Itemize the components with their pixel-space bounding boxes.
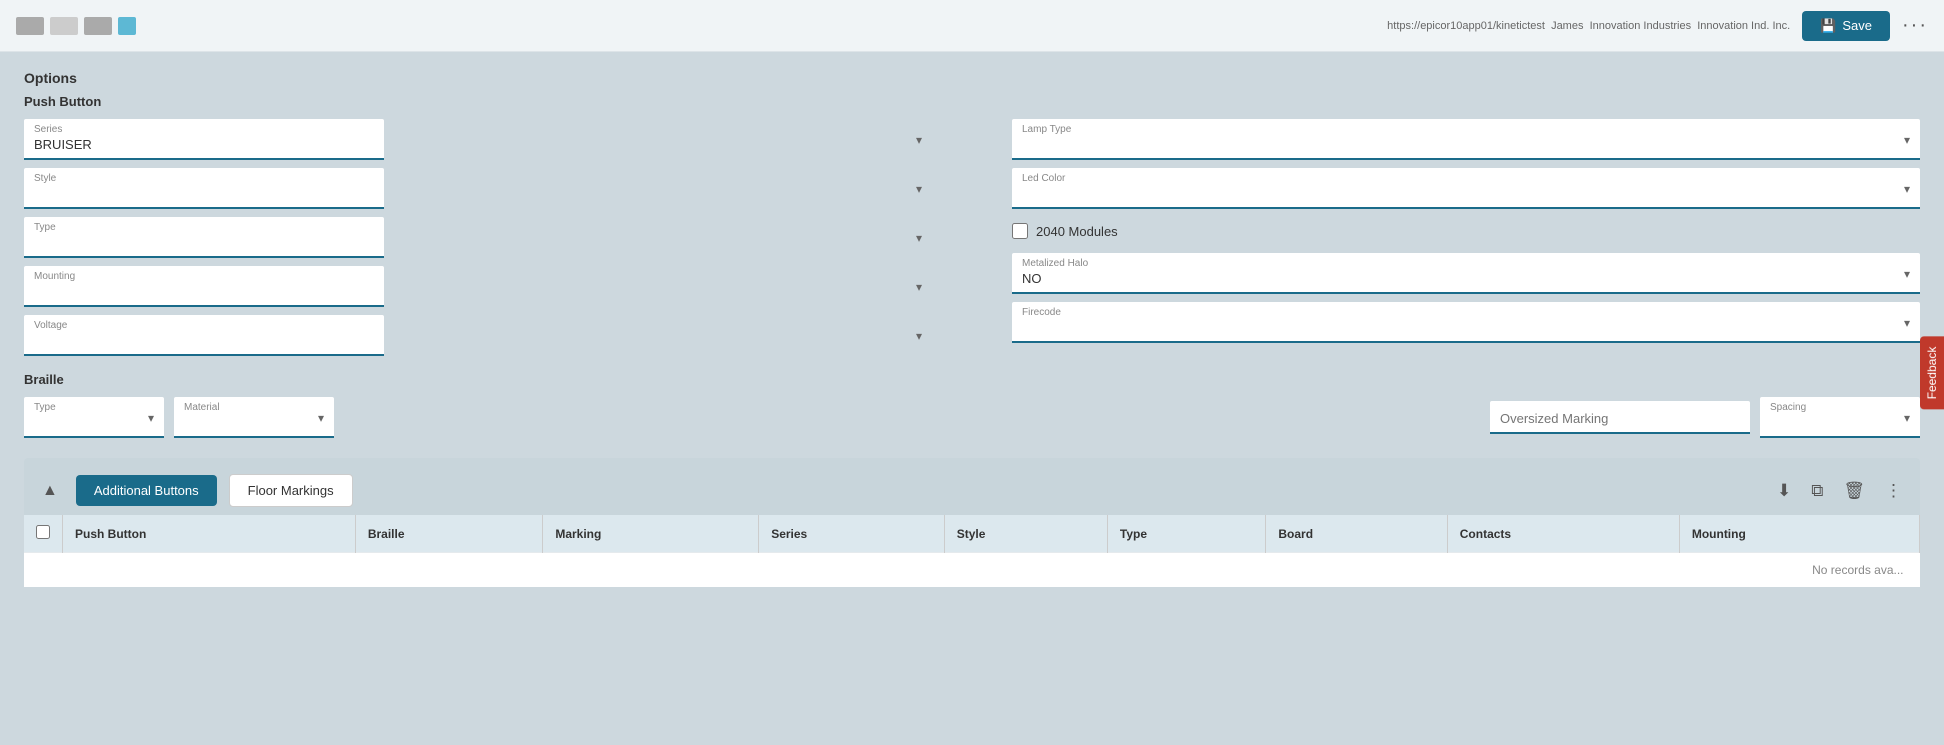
oversized-marking-field — [1490, 401, 1750, 434]
logo-square-4 — [118, 17, 136, 35]
logo-block — [16, 17, 136, 35]
checkbox-2040[interactable] — [1012, 223, 1028, 239]
logo-square-3 — [84, 17, 112, 35]
type-select[interactable] — [24, 217, 384, 258]
led-color-select[interactable] — [1012, 168, 1920, 209]
style-select[interactable] — [24, 168, 384, 209]
no-records-text: No records ava... — [24, 553, 1920, 587]
save-button[interactable]: 💾 Save — [1802, 11, 1890, 41]
save-icon: 💾 — [1820, 18, 1836, 34]
led-color-field: Led Color — [1012, 168, 1920, 209]
checkbox-2040-row: 2040 Modules — [1012, 217, 1920, 245]
more-button[interactable]: ··· — [1902, 14, 1928, 37]
top-bar-left — [16, 17, 136, 35]
style-field: Style — [24, 168, 932, 209]
table-header-push-button: Push Button — [63, 515, 356, 553]
table-header-row: Push Button Braille Marking Series Style — [24, 515, 1920, 553]
braille-material-field: Material — [174, 397, 334, 438]
spacing-select[interactable] — [1760, 397, 1920, 438]
braille-section: Braille Type Material — [24, 372, 1920, 438]
floor-markings-button[interactable]: Floor Markings — [229, 474, 353, 507]
table-header-board: Board — [1266, 515, 1447, 553]
logo-square-1 — [16, 17, 44, 35]
top-bar-info: https://epicor10app01/kinetictest James … — [1387, 20, 1790, 32]
braille-title: Braille — [24, 372, 1920, 387]
voltage-select[interactable] — [24, 315, 384, 356]
data-table: Push Button Braille Marking Series Style — [24, 515, 1920, 587]
top-bar-right: https://epicor10app01/kinetictest James … — [1387, 11, 1928, 41]
braille-type-select[interactable] — [24, 397, 164, 438]
table-header-series: Series — [759, 515, 945, 553]
table-header-marking: Marking — [543, 515, 759, 553]
download-icon-button[interactable]: ⬇ — [1771, 477, 1797, 505]
top-bar: https://epicor10app01/kinetictest James … — [0, 0, 1944, 52]
table-header-braille: Braille — [355, 515, 543, 553]
more-options-button[interactable]: ⋮ — [1879, 477, 1908, 505]
buttons-section: ▲ Additional Buttons Floor Markings ⬇ ⧉ … — [24, 458, 1920, 587]
mounting-field: Mounting — [24, 266, 932, 307]
push-button-title: Push Button — [24, 94, 1920, 109]
table-body: No records ava... — [24, 553, 1920, 588]
lamp-type-field: Lamp Type — [1012, 119, 1920, 160]
copy-icon: ⧉ — [1811, 481, 1823, 500]
table-header-contacts: Contacts — [1447, 515, 1679, 553]
metalized-halo-select[interactable]: NO — [1012, 253, 1920, 294]
push-button-form: Series BRUISER Style Type — [24, 119, 1920, 356]
series-select[interactable]: BRUISER — [24, 119, 384, 160]
voltage-field: Voltage — [24, 315, 932, 356]
table-header-mounting: Mounting — [1679, 515, 1919, 553]
firecode-field: Firecode — [1012, 302, 1920, 343]
company2-text: Innovation Ind. Inc. — [1697, 20, 1790, 32]
options-section-title: Options — [24, 70, 1920, 86]
main-content: Options Push Button Series BRUISER Style — [0, 52, 1944, 605]
checkbox-2040-label: 2040 Modules — [1036, 224, 1118, 239]
select-all-checkbox[interactable] — [36, 525, 50, 539]
metalized-halo-field: Metalized Halo NO — [1012, 253, 1920, 294]
additional-buttons-button[interactable]: Additional Buttons — [76, 475, 217, 506]
feedback-tab[interactable]: Feedback — [1920, 336, 1944, 409]
braille-material-select[interactable] — [174, 397, 334, 438]
braille-type-field: Type — [24, 397, 164, 438]
save-label: Save — [1842, 18, 1872, 33]
firecode-select[interactable] — [1012, 302, 1920, 343]
right-column: Lamp Type Led Color 2040 Modules Metaliz… — [1012, 119, 1920, 356]
buttons-toolbar: ▲ Additional Buttons Floor Markings ⬇ ⧉ … — [24, 468, 1920, 513]
series-field: Series BRUISER — [24, 119, 932, 160]
url-text: https://epicor10app01/kinetictest — [1387, 20, 1545, 32]
vertical-dots-icon: ⋮ — [1885, 481, 1902, 500]
user-text: James — [1551, 20, 1583, 32]
table-header-type: Type — [1107, 515, 1265, 553]
spacing-field: Spacing — [1760, 397, 1920, 438]
left-column: Series BRUISER Style Type — [24, 119, 932, 356]
download-icon: ⬇ — [1777, 481, 1791, 500]
trash-icon: 🗑 — [1843, 481, 1865, 500]
toolbar-right: ⬇ ⧉ 🗑 ⋮ — [1771, 477, 1908, 505]
lamp-type-select[interactable] — [1012, 119, 1920, 160]
table-header-checkbox-col — [24, 515, 63, 553]
company-text: Innovation Industries — [1590, 20, 1692, 32]
table-row: No records ava... — [24, 553, 1920, 588]
braille-row: Type Material Spacing — [24, 397, 1920, 438]
oversized-marking-input[interactable] — [1490, 401, 1750, 434]
mounting-select[interactable] — [24, 266, 384, 307]
copy-icon-button[interactable]: ⧉ — [1805, 477, 1829, 505]
logo-square-2 — [50, 17, 78, 35]
collapse-button[interactable]: ▲ — [36, 480, 64, 502]
delete-icon-button[interactable]: 🗑 — [1837, 477, 1871, 505]
type-field: Type — [24, 217, 932, 258]
table-header-style: Style — [944, 515, 1107, 553]
